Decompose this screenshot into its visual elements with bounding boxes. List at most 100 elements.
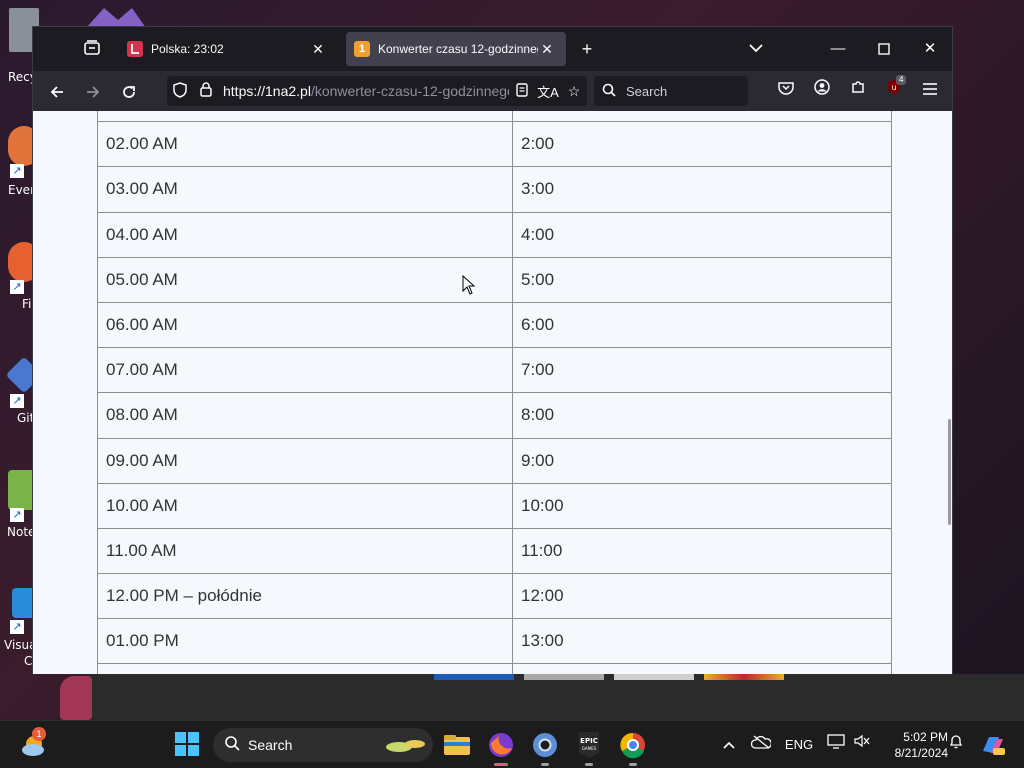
cell-12h: 06.00 AM (97, 301, 513, 349)
table-row: 03.00 AM 3:00 (97, 166, 892, 213)
cell-24h: 11:00 (512, 527, 892, 575)
search-bar[interactable] (594, 76, 748, 106)
weather-widget-icon[interactable]: 1 (20, 727, 48, 759)
taskbar: 1 Search EPIC GAMES ENG 5:02 PM 8/21/202… (0, 720, 1024, 768)
time-conversion-table: 01.00 AM1:0002.00 AM2:0003.00 AM3:0004.0… (97, 111, 892, 674)
cell-12h: 02.00 AM (97, 121, 513, 168)
reader-view-icon[interactable] (509, 82, 535, 100)
bookmark-star-icon[interactable]: ☆ (561, 83, 587, 100)
shortcut-arrow-icon: ↗ (10, 164, 24, 178)
display-icon[interactable] (826, 733, 846, 757)
chevron-up-icon[interactable] (718, 733, 740, 757)
cell-24h: 9:00 (512, 437, 892, 484)
lock-icon[interactable] (193, 82, 219, 100)
extensions-puzzle-icon[interactable] (844, 79, 872, 103)
chevron-down-icon[interactable] (745, 38, 767, 60)
forward-arrow-icon[interactable] (79, 79, 107, 103)
system-clock[interactable]: 5:02 PM 8/21/2024 (880, 729, 948, 761)
table-row: 12.00 PM – połódnie 12:00 (97, 573, 892, 620)
wallpaper-shape (60, 676, 92, 720)
table-row: 11.00 AM 11:00 (97, 527, 892, 575)
shortcut-arrow-icon: ↗ (10, 620, 24, 634)
close-tab-icon[interactable]: ✕ (309, 41, 327, 58)
running-indicator (541, 763, 549, 766)
search-input[interactable] (622, 83, 732, 99)
cell-12h: 08.00 AM (97, 392, 513, 439)
search-highlight-icon (383, 734, 427, 756)
url-text[interactable]: https://1na2.pl/konwerter-czasu-12-godzi… (219, 83, 509, 99)
cell-24h: 5:00 (512, 256, 892, 303)
firefox-view-icon[interactable] (81, 39, 103, 61)
table-row: 09.00 AM 9:00 (97, 437, 892, 484)
table-row: 02.00 AM 2:00 (97, 121, 892, 168)
notification-bell-icon[interactable] (946, 733, 966, 757)
scrollbar-thumb[interactable] (948, 419, 951, 525)
taskbar-search-label: Search (248, 737, 293, 753)
cell-12h: 04.00 AM (97, 211, 513, 258)
tab-title: Polska: 23:02 (151, 42, 224, 56)
minimize-icon[interactable]: — (821, 35, 855, 63)
maximize-icon[interactable] (867, 35, 901, 63)
cell-24h: 7:00 (512, 347, 892, 394)
copilot-icon[interactable] (978, 733, 1006, 757)
volume-muted-icon[interactable] (852, 733, 872, 757)
account-icon[interactable] (808, 79, 836, 103)
tab-title: Konwerter czasu 12-godzinnego (378, 42, 538, 56)
background-window-strip (704, 674, 784, 680)
tab-converter[interactable]: 1 Konwerter czasu 12-godzinnego ✕ (346, 32, 566, 66)
epic-games-icon[interactable]: EPIC GAMES (573, 729, 605, 766)
running-indicator (585, 763, 593, 766)
cell-24h: 4:00 (512, 211, 892, 258)
reload-icon[interactable] (115, 79, 143, 103)
svg-text:EPIC: EPIC (580, 737, 598, 745)
windows-start-icon[interactable] (174, 731, 202, 759)
pocket-icon[interactable] (772, 79, 800, 103)
page-content: 01.00 AM1:0002.00 AM2:0003.00 AM3:0004.0… (33, 111, 952, 674)
ublock-origin-icon[interactable]: u 4 (880, 75, 908, 103)
translate-icon[interactable]: 文A (535, 82, 561, 101)
cell-24h: 14:00 (512, 663, 892, 674)
firefox-taskbar-icon[interactable] (485, 729, 517, 766)
shortcut-arrow-icon: ↗ (10, 508, 24, 522)
back-arrow-icon[interactable] (43, 79, 71, 103)
file-explorer-icon[interactable] (441, 729, 473, 761)
tab-polska-time[interactable]: Polska: 23:02 ✕ (119, 32, 337, 66)
mouse-cursor-icon (462, 274, 476, 295)
new-tab-icon[interactable]: + (576, 38, 598, 60)
close-window-icon[interactable]: ✕ (913, 35, 947, 63)
extension-badge: 4 (896, 75, 907, 85)
cell-24h: 3:00 (512, 166, 892, 213)
table-row: 06.00 AM 6:00 (97, 301, 892, 349)
clock-date: 8/21/2024 (894, 746, 948, 760)
url-host: https://1na2.pl (223, 83, 311, 99)
background-window-strip (524, 674, 604, 680)
taskbar-search-box[interactable]: Search (213, 728, 433, 762)
cell-12h: 01.00 PM (97, 618, 513, 665)
cell-24h: 6:00 (512, 301, 892, 349)
cell-24h: 10:00 (512, 482, 892, 529)
cell-24h: 13:00 (512, 618, 892, 665)
url-path: /konwerter-czasu-12-godzinnego (310, 83, 509, 99)
shortcut-arrow-icon: ↗ (10, 394, 24, 408)
tab-bar: Polska: 23:02 ✕ 1 Konwerter czasu 12-god… (33, 27, 952, 71)
background-window-strip (614, 674, 694, 680)
svg-text:u: u (891, 83, 896, 92)
table-row: 04.00 AM 4:00 (97, 211, 892, 258)
running-indicator (629, 763, 637, 766)
hamburger-menu-icon[interactable] (916, 79, 944, 103)
language-indicator[interactable]: ENG (782, 733, 816, 757)
background-window-strip (434, 674, 514, 680)
visual-studio-icon[interactable] (86, 6, 146, 28)
chrome-alt-taskbar-icon[interactable] (529, 729, 561, 766)
close-tab-icon[interactable]: ✕ (538, 41, 556, 58)
tracking-protection-shield-icon[interactable] (167, 81, 193, 101)
weather-badge: 1 (32, 727, 46, 741)
onedrive-cloud-icon[interactable] (749, 733, 773, 757)
cell-24h: 12:00 (512, 573, 892, 620)
chrome-taskbar-icon[interactable] (617, 729, 649, 766)
clock-time: 5:02 PM (903, 730, 948, 744)
cell-12h: 03.00 AM (97, 166, 513, 213)
address-bar[interactable]: https://1na2.pl/konwerter-czasu-12-godzi… (167, 76, 587, 106)
cell-12h: 01.00 AM (97, 111, 513, 123)
cell-24h: 1:00 (512, 111, 892, 123)
